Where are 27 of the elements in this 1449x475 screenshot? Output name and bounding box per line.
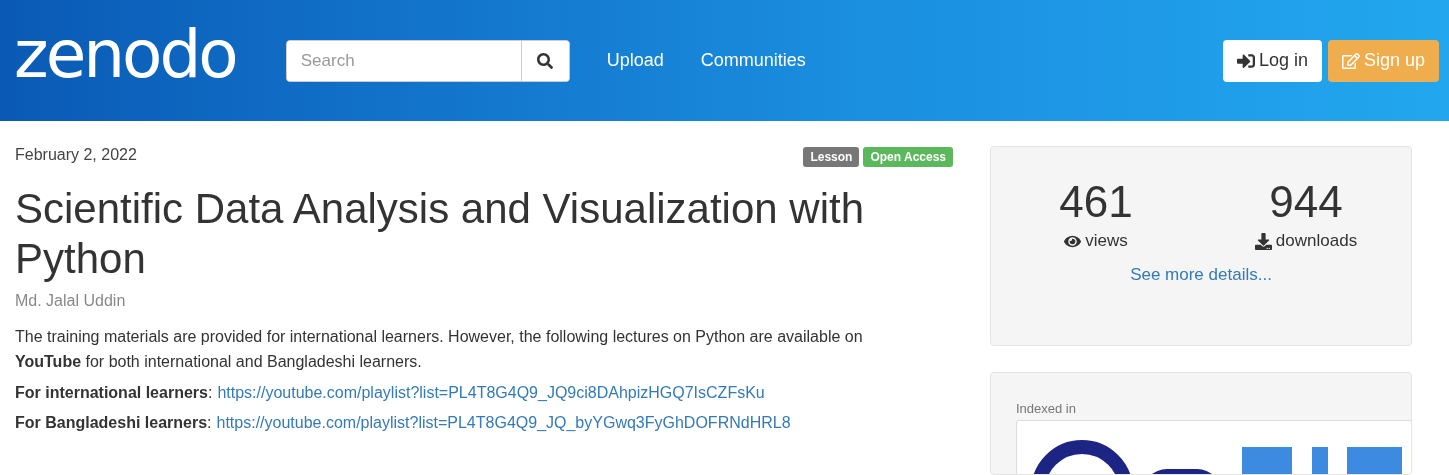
description-text: The training materials are provided for international learners. However, the following lectures on Python are available on YouTube for both international and Bangladeshi learners. [15,327,864,372]
record-title: Scientific Data Analysis and Visualization with Python [15,184,865,284]
logo-drawing[interactable] [1031,440,1402,474]
record-badge: Lesson [803,147,860,167]
details-link[interactable]: See more details... [991,265,1411,285]
search-icon [537,52,554,69]
zenodo-logo[interactable]: zenodo [14,21,236,88]
search-button[interactable] [520,40,569,81]
stat-count: 461 [1059,177,1133,227]
publication-date: February 2, 2022 [15,146,137,164]
record-badge: Open Access [863,147,953,167]
login-button[interactable]: Log in [1222,39,1322,82]
stat-label: downloads [1275,231,1358,251]
playlist-link[interactable]: https://youtube.com/playlist?list=PL4T8G4Q9_JQ9ci8DAhpizHGQ7IsCZFsKu [217,384,765,402]
link-label: For international learners: [15,384,213,402]
playlist-link[interactable]: https://youtube.com/playlist?list=PL4T8G4Q9_JQ_byYGwq3FyGhDOFRNdHRL8 [216,414,791,432]
edit-icon [1341,51,1360,70]
stat-count: 944 [1269,177,1343,227]
stat-label: views [1085,231,1128,251]
author-name: Md. Jalal Uddin [15,292,127,310]
nav-link[interactable]: Communities [700,50,806,71]
sign-in-icon [1236,51,1255,70]
link-label: For Bangladeshi learners: [15,414,212,432]
nav-link[interactable]: Upload [606,50,664,71]
indexed-label: Indexed in [1016,401,1077,416]
search-field[interactable]: Search [285,39,570,82]
download-icon [1254,232,1272,250]
